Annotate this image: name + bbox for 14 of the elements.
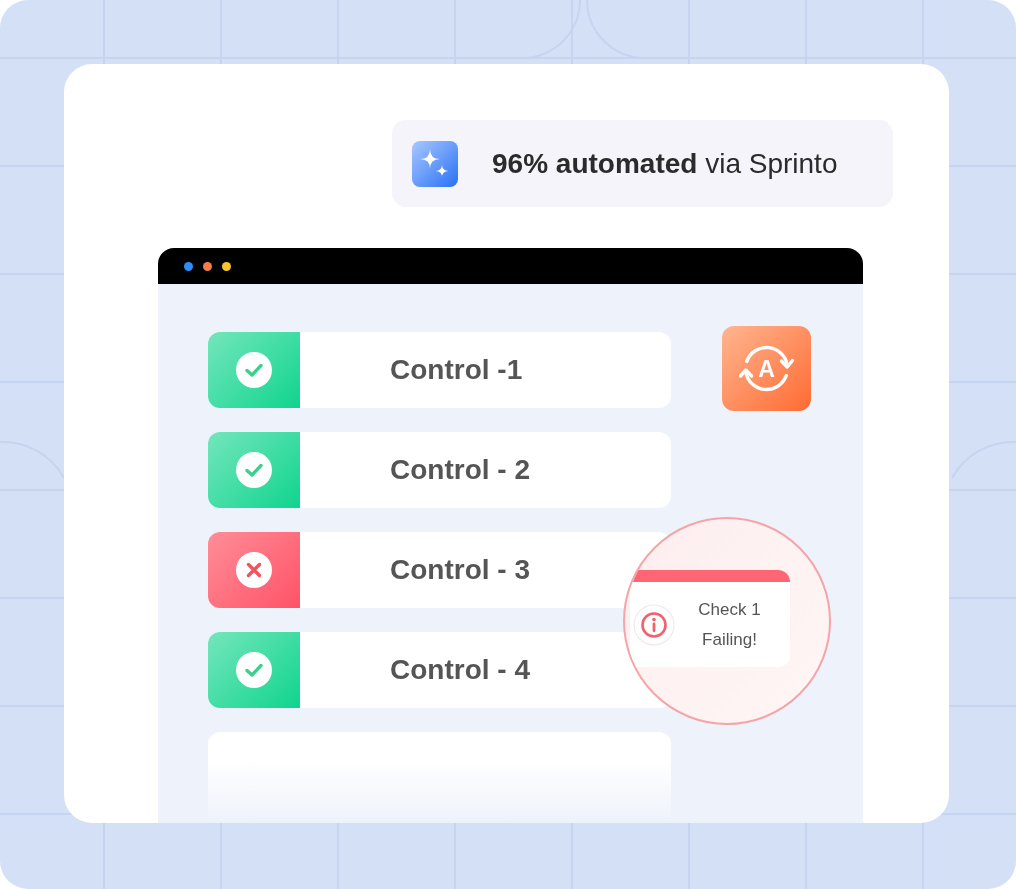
control-label: Control - 4 bbox=[390, 654, 530, 686]
check-icon bbox=[236, 352, 272, 388]
auto-sync-icon: A bbox=[722, 326, 811, 411]
automation-summary: 96% automated via Sprinto bbox=[492, 147, 838, 180]
control-label: Control - 3 bbox=[390, 554, 530, 586]
info-icon bbox=[633, 604, 675, 646]
check-icon bbox=[236, 652, 272, 688]
check-icon bbox=[236, 452, 272, 488]
alert-message: Failing! bbox=[702, 628, 757, 651]
control-label: Control -1 bbox=[390, 354, 523, 386]
sparkle-icon bbox=[412, 140, 458, 187]
cross-icon bbox=[236, 552, 272, 588]
alert-title: Check 1 bbox=[698, 598, 761, 621]
control-label: Control - 2 bbox=[390, 454, 530, 486]
